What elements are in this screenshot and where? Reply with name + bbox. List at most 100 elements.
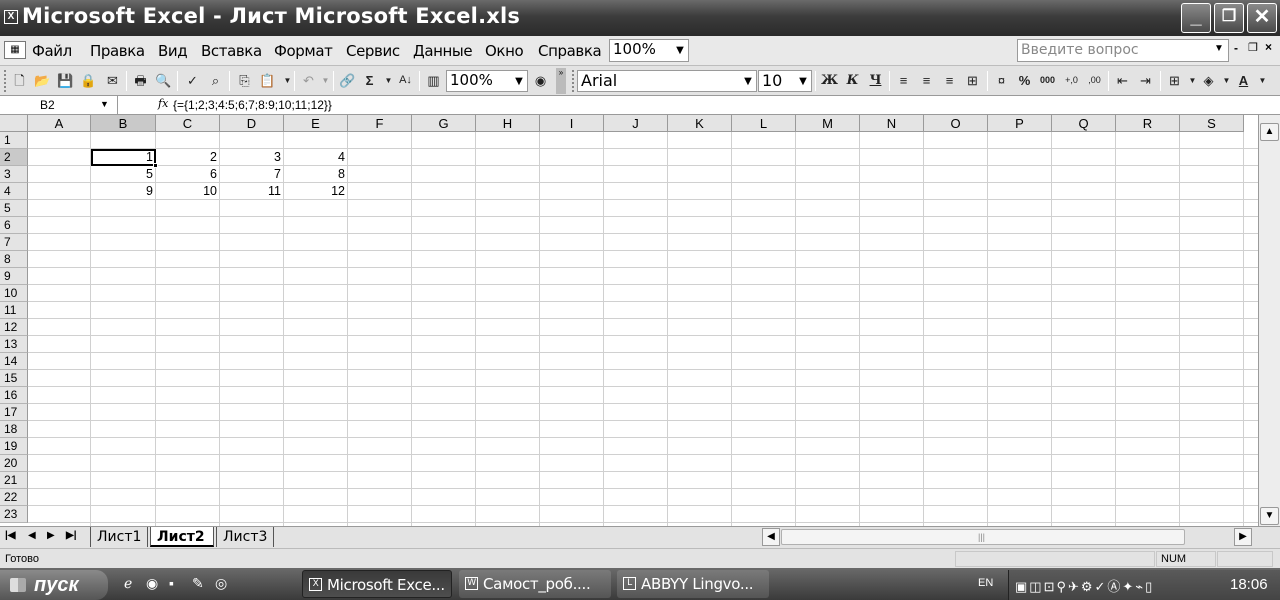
decrease-indent-icon[interactable]: ⇤ (1114, 72, 1131, 89)
open-icon[interactable]: 📂 (34, 72, 51, 89)
toolbar-grip[interactable] (572, 70, 575, 92)
doc-close-button[interactable]: × (1265, 40, 1272, 54)
sheet-tab[interactable]: Лист3 (216, 527, 274, 547)
cell-c4[interactable]: 10 (156, 183, 219, 200)
column-header[interactable]: G (412, 115, 476, 132)
media-player-icon[interactable]: ◉ (146, 575, 158, 592)
cell-e2[interactable]: 4 (284, 149, 347, 166)
cell-e3[interactable]: 8 (284, 166, 347, 183)
borders-icon[interactable]: ⊞ (1166, 72, 1183, 89)
column-header[interactable]: L (732, 115, 796, 132)
save-icon[interactable]: ▪ (169, 575, 174, 591)
column-header[interactable]: D (220, 115, 284, 132)
formula-input[interactable]: {={1;2;3;4:5;6;7;8:9;10;11;12}} (173, 96, 1273, 114)
column-header[interactable]: B (91, 115, 156, 132)
column-header[interactable]: Q (1052, 115, 1116, 132)
percent-button[interactable]: % (1016, 72, 1033, 89)
cell-b3[interactable]: 5 (91, 166, 155, 183)
doc-restore-button[interactable]: ❐ (1248, 41, 1258, 54)
menu-item[interactable]: Вставка (201, 42, 262, 60)
ie-icon[interactable]: ℯ (124, 575, 132, 592)
task-lingvo[interactable]: L ABBYY Lingvo... (617, 570, 769, 598)
permission-icon[interactable]: 🔒 (80, 72, 97, 89)
cell-d2[interactable]: 3 (220, 149, 283, 166)
minimize-button[interactable]: _ (1181, 3, 1211, 33)
row-header[interactable]: 4 (0, 183, 28, 200)
document-icon[interactable]: ▦ (4, 41, 26, 59)
scroll-up-icon[interactable]: ▲ (1260, 123, 1279, 141)
currency-icon[interactable]: ¤ (993, 72, 1010, 89)
row-header[interactable]: 20 (0, 455, 28, 472)
column-header[interactable]: H (476, 115, 540, 132)
row-header[interactable]: 7 (0, 234, 28, 251)
column-header[interactable]: R (1116, 115, 1180, 132)
chevron-down-icon[interactable]: ▼ (380, 72, 397, 89)
column-header[interactable]: O (924, 115, 988, 132)
doc-minimize-button[interactable]: - (1234, 41, 1238, 55)
row-header[interactable]: 12 (0, 319, 28, 336)
row-header[interactable]: 14 (0, 353, 28, 370)
sheet-tab[interactable]: Лист2 (150, 527, 214, 547)
chevron-down-icon[interactable]: ▼ (513, 71, 525, 91)
browser-icon[interactable]: ◎ (215, 575, 227, 592)
underline-button[interactable]: Ч (867, 72, 884, 89)
font-size-combo[interactable]: 10 ▼ (758, 70, 812, 92)
prev-sheet-icon[interactable]: ◀ (28, 530, 36, 541)
horizontal-scroll-thumb[interactable]: ||| (781, 529, 1185, 545)
menu-item[interactable]: Данные (413, 42, 473, 60)
chevron-down-icon[interactable]: ▼ (317, 72, 334, 89)
print-preview-icon[interactable]: 🔍 (155, 72, 172, 89)
menu-item[interactable]: Окно (485, 42, 524, 60)
decrease-decimal-icon[interactable]: ,00 (1086, 72, 1103, 89)
chevron-down-icon[interactable]: ▼ (674, 40, 686, 61)
chevron-down-icon[interactable]: ▼ (1214, 43, 1224, 54)
fill-color-icon[interactable]: ◈ (1200, 72, 1217, 89)
column-header[interactable]: S (1180, 115, 1244, 132)
spelling-icon[interactable]: ✓ (184, 72, 201, 89)
column-header[interactable]: F (348, 115, 412, 132)
row-header[interactable]: 8 (0, 251, 28, 268)
insert-function-button[interactable]: fx (158, 97, 168, 110)
zoom-combo[interactable]: 100% ▼ (609, 39, 689, 62)
toolbar-options-icon[interactable]: » (556, 68, 566, 94)
row-header[interactable]: 22 (0, 489, 28, 506)
align-right-icon[interactable]: ≡ (941, 72, 958, 89)
task-excel[interactable]: X Microsoft Exce... (302, 570, 452, 598)
column-header[interactable]: I (540, 115, 604, 132)
row-header[interactable]: 10 (0, 285, 28, 302)
scroll-right-icon[interactable]: ▶ (1234, 528, 1252, 546)
cell-d3[interactable]: 7 (220, 166, 283, 183)
new-icon[interactable]: 🗋 (11, 72, 28, 89)
row-header[interactable]: 15 (0, 370, 28, 387)
row-header[interactable]: 5 (0, 200, 28, 217)
row-header[interactable]: 23 (0, 506, 28, 523)
align-left-icon[interactable]: ≡ (895, 72, 912, 89)
chevron-down-icon[interactable]: ▼ (1254, 72, 1271, 89)
row-header[interactable]: 9 (0, 268, 28, 285)
cell-c3[interactable]: 6 (156, 166, 219, 183)
menu-item[interactable]: Файл (32, 42, 72, 60)
menu-item[interactable]: Правка (90, 42, 145, 60)
increase-decimal-icon[interactable]: +,0 (1063, 72, 1080, 89)
row-header[interactable]: 11 (0, 302, 28, 319)
close-button[interactable]: ✕ (1247, 3, 1277, 33)
cell-d4[interactable]: 11 (220, 183, 283, 200)
column-header[interactable]: A (28, 115, 91, 132)
cell-e4[interactable]: 12 (284, 183, 347, 200)
save-icon[interactable]: 💾 (57, 72, 74, 89)
row-header[interactable]: 18 (0, 421, 28, 438)
column-header[interactable]: P (988, 115, 1052, 132)
cell-c2[interactable]: 2 (156, 149, 219, 166)
fill-handle[interactable] (153, 163, 158, 168)
column-header[interactable]: J (604, 115, 668, 132)
task-word[interactable]: W Самост_роб.... (459, 570, 611, 598)
menu-item[interactable]: Сервис (346, 42, 400, 60)
email-icon[interactable]: ✉ (104, 72, 121, 89)
bold-button[interactable]: Ж (821, 72, 838, 89)
toolbar-grip[interactable] (4, 70, 7, 92)
font-name-combo[interactable]: Arial ▼ (577, 70, 757, 92)
start-button[interactable]: пуск (0, 570, 108, 600)
tool-icon[interactable]: ✎ (192, 575, 204, 592)
title-bar[interactable]: X Microsoft Excel - Лист Microsoft Excel… (0, 0, 1280, 36)
merge-center-icon[interactable]: ⊞ (964, 72, 981, 89)
